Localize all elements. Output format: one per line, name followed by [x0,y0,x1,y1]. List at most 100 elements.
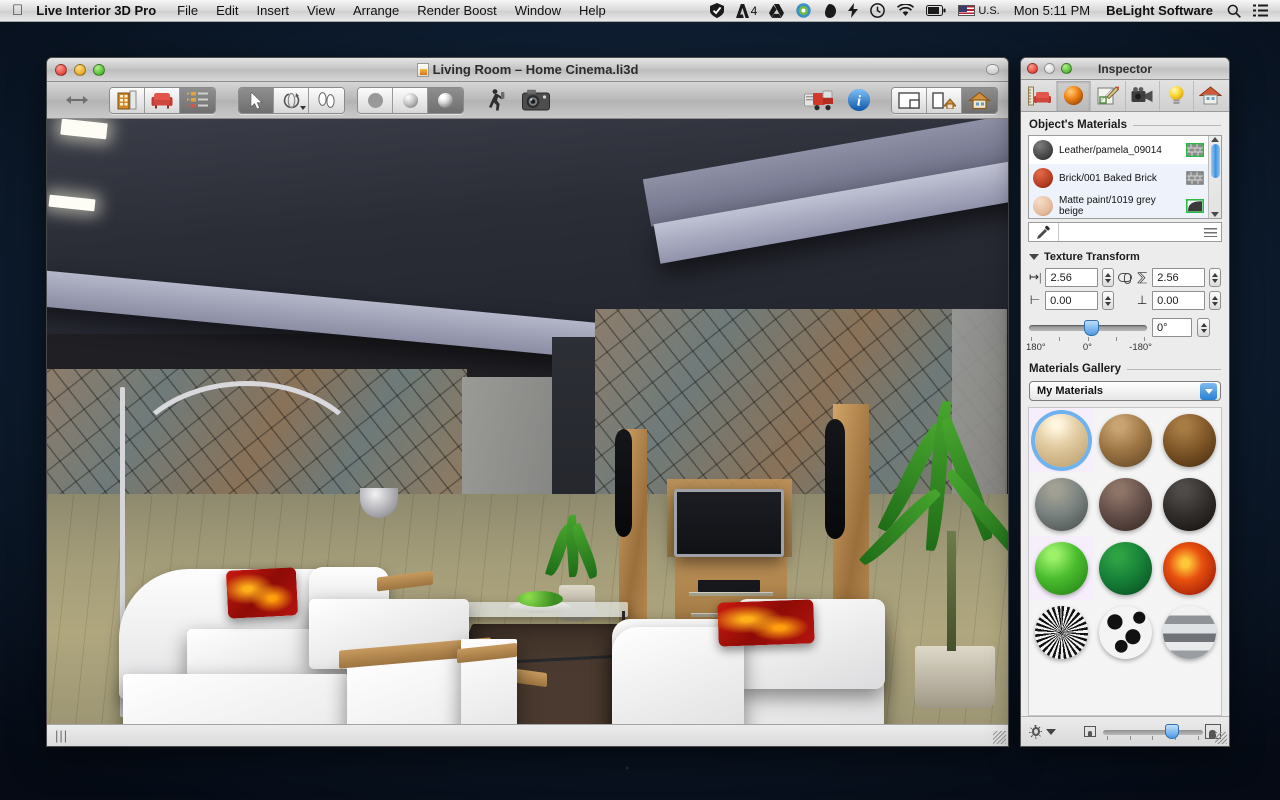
menu-clock[interactable]: Mon 5:11 PM [1006,0,1098,22]
adobe-icon[interactable]: 4 [730,0,764,22]
materials-list-menu[interactable] [1059,227,1221,237]
menu-help[interactable]: Help [570,0,615,22]
view-split-icon[interactable] [927,87,962,113]
battery-icon[interactable] [920,0,952,22]
material-swatch-black-rough[interactable] [1157,472,1221,536]
texture-offset-x-input[interactable]: 0.00 [1045,291,1098,310]
slider-knob[interactable] [1084,319,1099,336]
render-glossy-sphere-icon[interactable] [428,87,463,113]
shield-checkmark-icon[interactable] [704,0,730,22]
render-flat-sphere-icon[interactable] [358,87,393,113]
toolbar-toggle-button[interactable] [986,64,999,75]
window-resize-grip[interactable] [993,731,1006,744]
brick-texture-icon[interactable] [1186,171,1204,185]
material-swatch-dark-green[interactable] [1093,536,1157,600]
orbit-rotate-icon[interactable] [274,87,309,113]
paint-texture-icon[interactable] [1186,199,1204,213]
material-row[interactable]: Brick/001 Baked Brick [1029,164,1208,192]
texture-width-stepper[interactable] [1102,268,1115,287]
wifi-icon[interactable] [891,0,920,22]
scrollbar-thumb[interactable] [1210,144,1220,178]
disclosure-triangle-icon[interactable] [1029,254,1039,260]
thumbnail-size-slider[interactable] [1102,723,1203,740]
evernote-icon[interactable] [817,0,842,22]
scroll-up-arrow-icon[interactable] [1211,137,1219,142]
material-swatch-lava-fire[interactable] [1157,536,1221,600]
window-title-bar[interactable]: Living Room – Home Cinema.li3d [47,58,1008,82]
objects-materials-list[interactable]: Leather/pamela_09014 Brick/001 Baked Bri… [1028,135,1222,219]
status-grip[interactable]: ||| [55,728,68,743]
spotlight-search-icon[interactable] [1221,0,1247,22]
material-swatch-zebra-stripe[interactable] [1029,600,1093,664]
chevron-down-icon[interactable] [1046,728,1057,735]
material-swatch-stone-brick[interactable] [1029,472,1093,536]
inspector-resize-grip[interactable] [1215,732,1227,744]
minimize-button[interactable] [74,64,86,76]
menu-insert[interactable]: Insert [248,0,299,22]
inspector-close-button[interactable] [1027,63,1038,74]
material-swatch-chrome-metal[interactable] [1157,600,1221,664]
texture-rotation-stepper[interactable] [1197,318,1210,337]
material-swatch-parquet-wood[interactable] [1157,408,1221,472]
select-arrow-icon[interactable] [239,87,274,113]
materials-category-dropdown[interactable]: My Materials [1029,381,1221,401]
texture-height-stepper[interactable] [1208,268,1221,287]
slider-knob[interactable] [1164,723,1179,739]
view-plan-icon[interactable] [892,87,927,113]
inspector-title-bar[interactable]: Inspector [1021,58,1229,80]
menu-user-name[interactable]: BeLight Software [1098,0,1221,22]
texture-offset-y-stepper[interactable] [1208,291,1221,310]
materials-gallery-grid[interactable] [1028,407,1222,716]
resize-handle-icon[interactable] [57,86,97,114]
menu-app-name[interactable]: Live Interior 3D Pro [34,0,168,22]
inspector-tab-light[interactable] [1160,80,1194,111]
texture-transform-header[interactable]: Texture Transform [1021,242,1229,266]
chevron-down-icon[interactable] [300,105,306,110]
google-drive-icon[interactable] [763,0,790,22]
material-row[interactable]: Matte paint/1019 grey beige [1029,192,1208,218]
settings-gear-icon[interactable] [1029,724,1043,739]
apple-menu-icon[interactable]:  [0,3,34,18]
texture-height-input[interactable]: 2.56 [1152,268,1205,287]
bolt-icon[interactable] [842,0,864,22]
menu-window[interactable]: Window [506,0,570,22]
object-list-icon[interactable] [180,87,215,113]
time-machine-icon[interactable] [864,0,891,22]
chevron-down-icon[interactable] [1200,382,1217,400]
material-row[interactable]: Leather/pamela_09014 [1029,136,1208,164]
menu-render-boost[interactable]: Render Boost [408,0,506,22]
render-shaded-sphere-icon[interactable] [393,87,428,113]
zoom-button[interactable] [93,64,105,76]
inspector-zoom-button[interactable] [1061,63,1072,74]
notification-center-icon[interactable] [1247,0,1274,22]
brick-texture-icon[interactable] [1186,143,1204,157]
export-truck-icon[interactable] [799,86,839,114]
material-swatch-cow-spot[interactable] [1093,600,1157,664]
inspector-tab-edit[interactable] [1091,80,1126,111]
inspector-minimize-button[interactable] [1044,63,1055,74]
inspector-tab-object[interactable] [1023,80,1058,111]
info-icon[interactable]: i [839,86,879,114]
view-3d-icon[interactable] [962,87,997,113]
furniture-icon[interactable] [145,87,180,113]
small-thumbnail-icon[interactable] [1084,726,1096,737]
hamburger-menu-icon[interactable] [1204,227,1217,237]
menu-file[interactable]: File [168,0,207,22]
texture-rotation-input[interactable]: 0° [1152,318,1192,337]
viewport-3d[interactable] [47,119,1008,724]
material-swatch-light-wood[interactable] [1029,408,1093,472]
inspector-tab-material[interactable] [1057,80,1092,111]
walk-feet-icon[interactable] [309,87,344,113]
scroll-down-arrow-icon[interactable] [1211,212,1219,217]
texture-rotation-slider[interactable] [1029,319,1147,336]
menu-edit[interactable]: Edit [207,0,247,22]
texture-width-input[interactable]: 2.56 [1045,268,1099,287]
floors-icon[interactable] [110,87,145,113]
menu-view[interactable]: View [298,0,344,22]
materials-list-scrollbar[interactable] [1208,136,1221,218]
menu-arrange[interactable]: Arrange [344,0,408,22]
material-swatch-brown-wood[interactable] [1093,408,1157,472]
inspector-tab-camera[interactable] [1126,80,1160,111]
texture-offset-x-stepper[interactable] [1101,291,1114,310]
walking-person-icon[interactable] [476,86,516,114]
